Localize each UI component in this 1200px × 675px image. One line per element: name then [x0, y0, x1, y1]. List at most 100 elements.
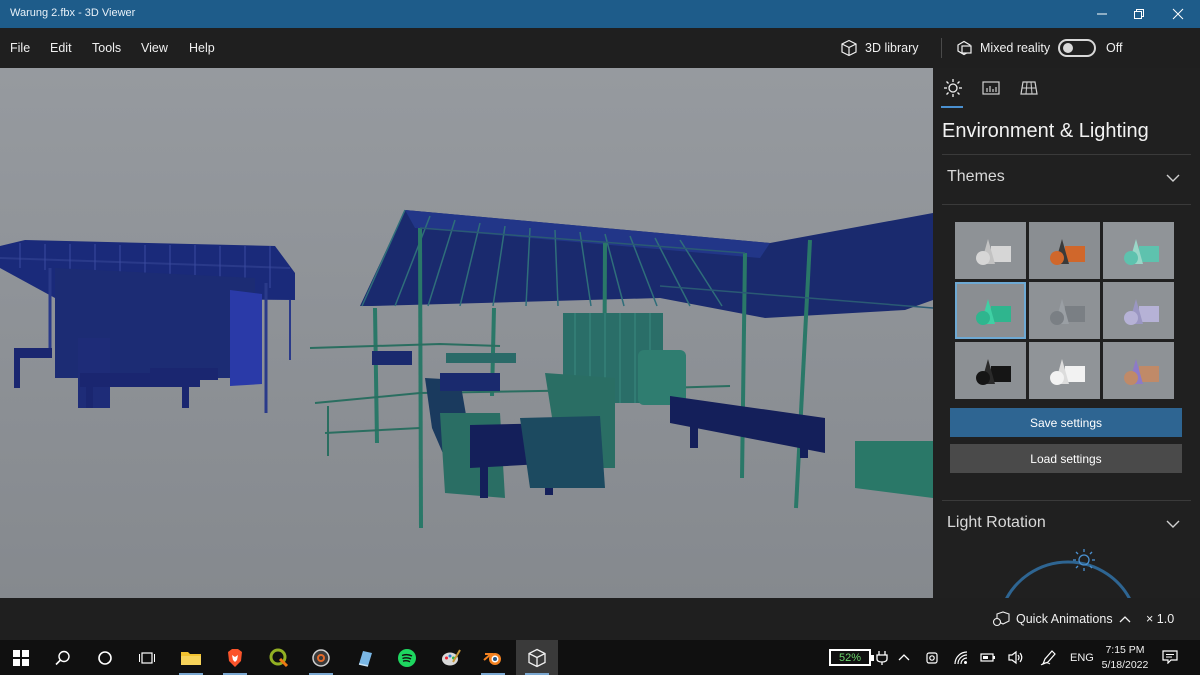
save-settings-button[interactable]: Save settings [950, 408, 1182, 437]
menu-edit[interactable]: Edit [50, 41, 72, 55]
taskbar-file-explorer[interactable] [170, 640, 212, 675]
3d-library-label: 3D library [865, 41, 919, 55]
theme-thumbnail[interactable] [1029, 342, 1100, 399]
folder-icon [181, 651, 201, 665]
minimize-icon [1097, 13, 1107, 15]
notification-icon[interactable] [1162, 650, 1178, 664]
notes-icon [358, 650, 372, 667]
theme-light-preview [976, 239, 1011, 265]
quick-animations-label: Quick Animations [1016, 612, 1113, 626]
spotify-icon [398, 648, 416, 667]
menu-view[interactable]: View [141, 41, 168, 55]
start-button[interactable] [0, 640, 42, 675]
power-plug-icon [876, 651, 888, 665]
light-rotation-dial[interactable] [993, 546, 1143, 598]
animation-icon [992, 611, 1010, 627]
theme-green-preview [976, 299, 1011, 325]
blender-icon [483, 652, 501, 665]
stats-icon [982, 81, 1000, 95]
taskbar-paint[interactable] [430, 640, 472, 675]
theme-thumbnail[interactable] [955, 222, 1026, 279]
theme-violet-preview [1124, 299, 1159, 325]
cube-icon [528, 648, 546, 667]
scene-render [0, 68, 933, 598]
battery-icon[interactable] [980, 651, 996, 664]
taskbar-blender[interactable] [472, 640, 514, 675]
taskbar-qgis[interactable] [258, 640, 300, 675]
status-bar: Quick Animations × 1.0 [0, 598, 1200, 640]
themes-label: Themes [947, 168, 1005, 185]
windows-icon [13, 649, 29, 666]
rotation-divider [942, 500, 1191, 501]
task-view-icon [139, 651, 155, 664]
title-bar: Warung 2.fbx - 3D Viewer [0, 0, 1200, 28]
chevron-down-icon [1166, 174, 1180, 182]
cortana-button[interactable] [84, 640, 126, 675]
chevron-up-icon [1119, 616, 1131, 623]
mixed-reality-button[interactable]: Mixed reality [955, 37, 1050, 59]
tab-environment[interactable] [941, 78, 965, 98]
mixed-reality-icon [957, 40, 972, 56]
playback-speed[interactable]: × 1.0 [1146, 612, 1174, 626]
taskbar-clock[interactable]: 7:15 PM 5/18/2022 [1100, 643, 1150, 673]
quick-animations-button[interactable]: Quick Animations [992, 611, 1131, 627]
pen-icon[interactable] [1040, 649, 1056, 666]
grid-icon [1020, 81, 1038, 95]
tab-stats[interactable] [979, 78, 1003, 98]
taskbar-3d-viewer[interactable] [516, 640, 558, 675]
search-button[interactable] [42, 640, 84, 675]
menu-tools[interactable]: Tools [92, 41, 121, 55]
theme-gray-preview [1050, 299, 1085, 325]
3d-viewport[interactable] [0, 68, 933, 598]
minimize-button[interactable] [1084, 0, 1120, 28]
theme-teal-preview [1124, 239, 1159, 265]
cortana-icon [98, 650, 112, 665]
theme-thumbnail[interactable] [955, 282, 1026, 339]
taskbar-spotify[interactable] [386, 640, 428, 675]
theme-warm-preview [1050, 239, 1085, 265]
disc-icon [312, 648, 330, 667]
themes-divider [942, 204, 1191, 205]
mixed-reality-state: Off [1106, 41, 1123, 55]
close-icon [1172, 8, 1184, 20]
maximize-button[interactable] [1121, 0, 1157, 28]
theme-thumbnail[interactable] [1103, 282, 1174, 339]
taskbar-brave[interactable] [214, 640, 256, 675]
menu-divider [941, 38, 942, 58]
panel-divider [942, 154, 1191, 155]
theme-dark-preview [976, 359, 1011, 385]
theme-thumbnail[interactable] [1103, 342, 1174, 399]
theme-thumbnail[interactable] [1029, 222, 1100, 279]
close-button[interactable] [1160, 0, 1196, 28]
camera-icon[interactable] [925, 650, 939, 665]
cube-icon [841, 39, 857, 57]
theme-thumbnail[interactable] [1103, 222, 1174, 279]
wifi-icon[interactable] [954, 650, 968, 665]
restore-icon [1134, 9, 1144, 19]
3d-library-button[interactable]: 3D library [840, 37, 919, 59]
tab-grid[interactable] [1017, 78, 1041, 98]
taskbar-notes-app[interactable] [344, 640, 386, 675]
menu-bar: File Edit Tools View Help 3D library Mix… [0, 28, 1200, 68]
light-rotation-label: Light Rotation [947, 514, 1046, 531]
menu-file[interactable]: File [10, 41, 30, 55]
clock-date: 5/18/2022 [1101, 659, 1149, 671]
volume-icon[interactable] [1008, 650, 1024, 665]
theme-thumbnail[interactable] [955, 342, 1026, 399]
theme-thumbnail[interactable] [1029, 282, 1100, 339]
chevron-up-icon[interactable] [898, 652, 910, 662]
load-settings-button[interactable]: Load settings [950, 444, 1182, 473]
chevron-down-icon [1166, 520, 1180, 528]
clock-time: 7:15 PM [1105, 644, 1145, 656]
taskbar: 52% ENG 7:15 PM 5/18/2022 [0, 640, 1200, 675]
mixed-reality-toggle[interactable] [1058, 39, 1096, 57]
environment-panel: Environment & Lighting Themes Save setti… [933, 68, 1200, 598]
language-indicator[interactable]: ENG [1070, 640, 1094, 675]
menu-help[interactable]: Help [189, 41, 215, 55]
battery-indicator[interactable]: 52% [829, 649, 874, 666]
theme-grid [955, 222, 1174, 399]
qgis-icon [269, 648, 289, 667]
theme-white-preview [1050, 359, 1085, 385]
taskbar-media-player[interactable] [300, 640, 342, 675]
task-view-button[interactable] [126, 640, 168, 675]
